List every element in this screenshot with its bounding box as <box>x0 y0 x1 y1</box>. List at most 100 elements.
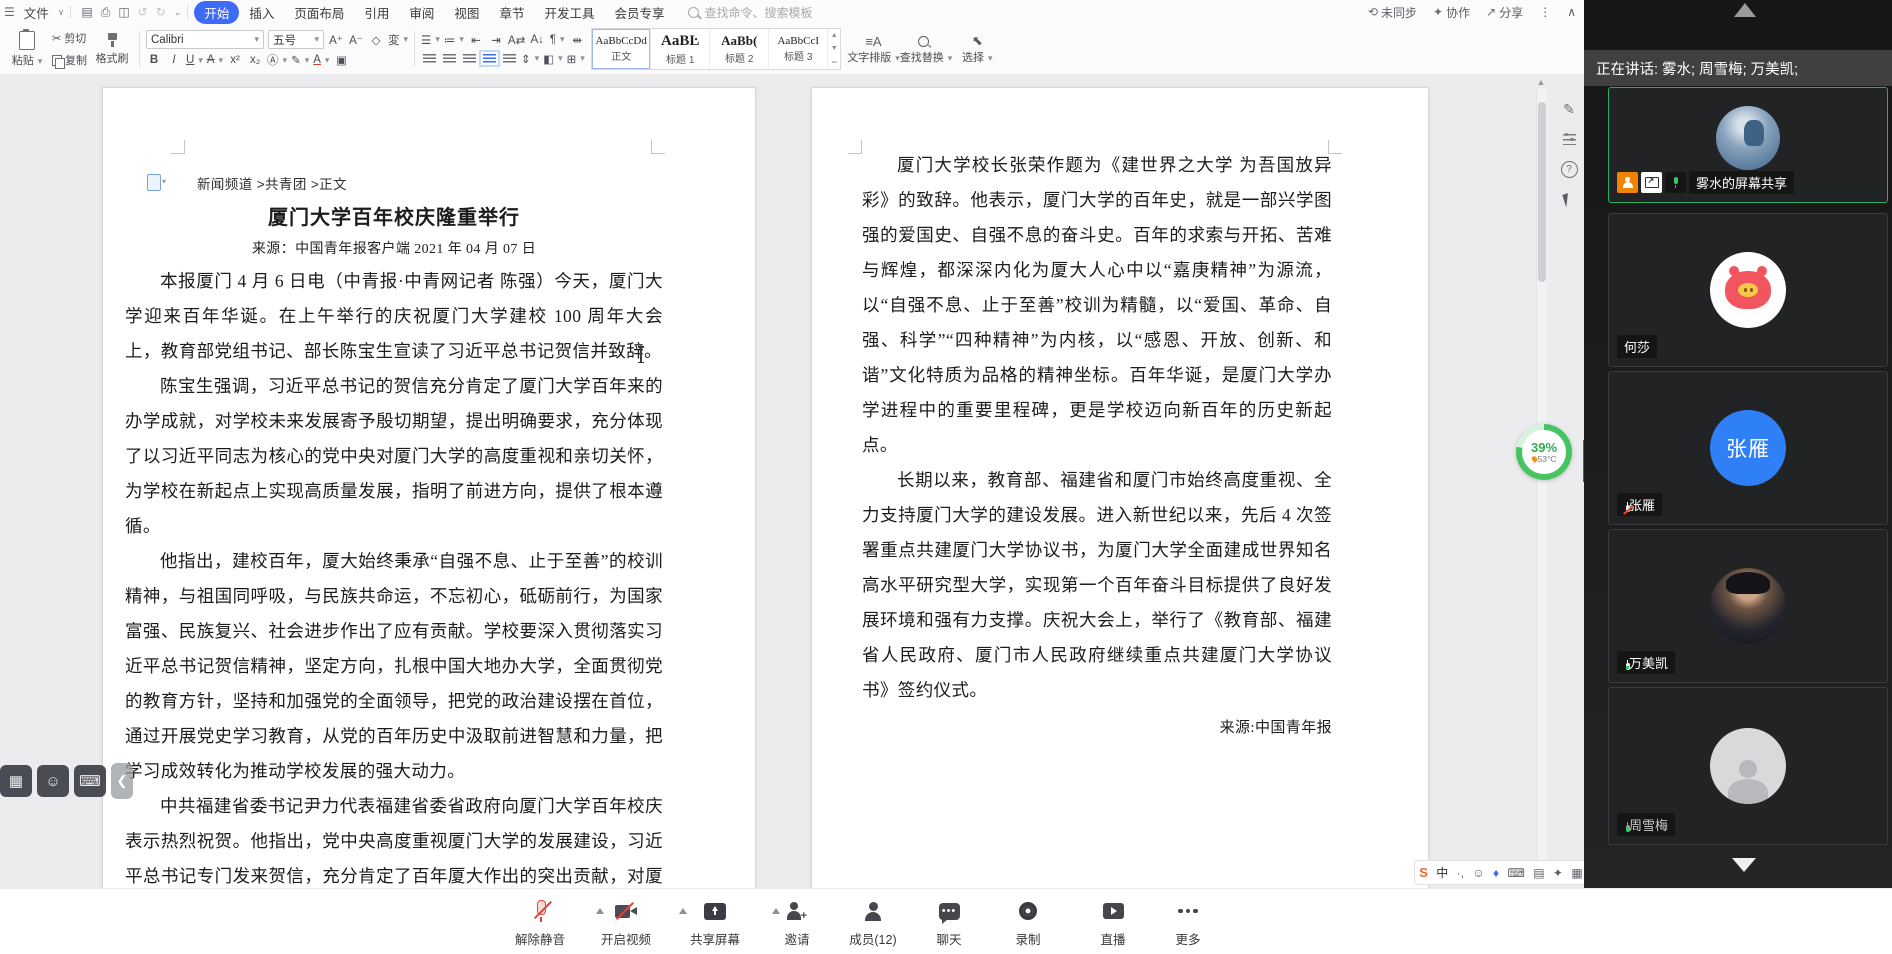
scrollbar-thumb[interactable] <box>1538 102 1546 282</box>
ime-language-mode[interactable]: 中 <box>1436 864 1448 881</box>
tab-insert[interactable]: 插入 <box>239 1 284 24</box>
find-replace-button[interactable]: 查找替换 ▾ <box>900 27 952 71</box>
print-icon[interactable]: ⎙ <box>101 5 111 20</box>
clear-format-icon[interactable]: ◇ <box>368 32 384 48</box>
align-right-icon[interactable] <box>461 51 477 67</box>
highlight-color-icon[interactable]: ✎ ▾ <box>291 52 309 68</box>
document-page-1[interactable]: 新闻频道 >共青团 >正文 厦门大学百年校庆隆重举行 来源：中国青年报客户端 2… <box>102 87 756 888</box>
redo-icon[interactable]: ↻ <box>156 5 166 19</box>
numbered-list-icon[interactable]: ≔ ▾ <box>444 32 464 48</box>
borders-icon[interactable]: ⊞ ▾ <box>567 51 585 67</box>
character-shading-icon[interactable]: ▣ <box>333 52 349 68</box>
tab-references[interactable]: 引用 <box>354 1 399 24</box>
tab-review[interactable]: 审阅 <box>399 1 444 24</box>
font-color-icon[interactable]: A ▾ <box>313 52 329 68</box>
vertical-scrollbar[interactable] <box>1536 88 1547 882</box>
sync-status[interactable]: ⟲ 未同步 <box>1368 4 1417 21</box>
caption-keyboard-icon[interactable]: ⌨ <box>74 765 106 797</box>
style-gallery-scroll[interactable]: ▲ ▼ ═ <box>828 29 840 69</box>
collapse-ribbon-icon[interactable]: ∧ <box>1567 5 1576 19</box>
increase-indent-icon[interactable]: ⇥ <box>488 32 504 48</box>
battery-widget[interactable]: 39% 53°C <box>1516 424 1572 480</box>
file-menu[interactable]: 文件 <box>24 3 49 22</box>
line-spacing-icon[interactable]: ⇕ ▾ <box>521 51 539 67</box>
shading-icon[interactable]: ◧ ▾ <box>543 51 562 67</box>
ime-mic-icon[interactable]: ♦ <box>1493 866 1499 880</box>
superscript-button[interactable]: x² <box>227 52 243 68</box>
align-left-icon[interactable] <box>421 51 437 67</box>
tab-view[interactable]: 视图 <box>444 1 489 24</box>
save-icon[interactable]: ▤ <box>81 5 92 19</box>
share-screen-button[interactable]: 共享屏幕 <box>669 895 780 948</box>
strikethrough-button[interactable]: A ▾ <box>207 52 223 68</box>
participant-tile-sharer[interactable]: 雾水的屏幕共享 <box>1608 87 1888 203</box>
paste-button[interactable]: 粘贴 ▾ <box>6 27 48 71</box>
members-button[interactable]: 成员(12) <box>833 895 913 948</box>
style-normal[interactable]: AaBbCcDd 正文 <box>592 29 652 69</box>
copy-button[interactable]: 复制 <box>48 51 91 69</box>
participant-tile[interactable]: 万美凯 <box>1608 529 1888 683</box>
decrease-indent-icon[interactable]: ⇤ <box>468 32 484 48</box>
pointer-icon[interactable] <box>1558 188 1580 210</box>
subscript-button[interactable]: x₂ <box>247 52 263 68</box>
select-button[interactable]: ⬉ 选择 ▾ <box>952 27 1002 71</box>
record-button[interactable]: 录制 <box>985 895 1071 948</box>
collapse-left-icon[interactable]: ❮ <box>111 763 133 799</box>
quickbar-caret-icon[interactable]: ⌄ <box>174 7 182 18</box>
unmute-button[interactable]: 解除静音 <box>497 895 604 948</box>
cut-button[interactable]: ✂ 剪切 <box>48 29 91 47</box>
show-marks-icon[interactable]: ¶ ▾ <box>549 32 565 48</box>
format-painter-button[interactable]: 格式刷 <box>91 27 133 71</box>
chat-button[interactable]: ••• 聊天 <box>913 895 985 948</box>
file-menu-caret-icon[interactable]: ∨ <box>58 7 65 18</box>
scroll-participants-up-icon[interactable] <box>1734 3 1756 17</box>
style-heading2[interactable]: AaBb( 标题 2 <box>710 29 770 69</box>
sort-icon[interactable]: A↓ <box>529 32 545 48</box>
adjust-sliders-icon[interactable] <box>1558 128 1580 150</box>
command-search[interactable]: 查找命令、搜索模板 <box>688 4 813 21</box>
style-heading1[interactable]: AaBĿ 标题 1 <box>651 29 711 69</box>
italic-button[interactable]: I <box>166 52 182 68</box>
document-page-2[interactable]: 厦门大学校长张荣作题为《建世界之大学 为吾国放异彩》的致辞。他表示，厦门大学的百… <box>811 87 1429 888</box>
ime-punctuation-icon[interactable]: ·, <box>1457 866 1464 880</box>
print-preview-icon[interactable]: ◫ <box>118 5 129 19</box>
style-heading3[interactable]: AaBbCcI 标题 3 <box>769 29 829 69</box>
text-layout-button[interactable]: ≡A 文字排版 ▾ <box>847 27 900 71</box>
participant-tile[interactable]: 张雁 张雁 <box>1608 371 1888 525</box>
document-canvas[interactable]: 新闻频道 >共青团 >正文 厦门大学百年校庆隆重举行 来源：中国青年报客户端 2… <box>0 74 1584 888</box>
ime-keyboard-icon[interactable]: ⌨ <box>1507 866 1524 880</box>
participant-tile[interactable]: 周雪梅 <box>1608 687 1888 845</box>
tab-home[interactable]: 开始 <box>194 0 240 24</box>
undo-icon[interactable]: ↺ <box>138 5 148 19</box>
font-size-select[interactable]: 五号 ▾ <box>268 30 324 49</box>
start-video-button[interactable]: 开启视频 <box>583 895 687 948</box>
tab-page-layout[interactable]: 页面布局 <box>284 1 354 24</box>
justify-icon[interactable] <box>478 50 500 67</box>
invite-button[interactable]: + 邀请 <box>761 895 833 948</box>
underline-button[interactable]: U ▾ <box>186 52 203 68</box>
tab-member[interactable]: 会员专享 <box>604 1 674 24</box>
ime-emoji-icon[interactable]: ☺ <box>1472 866 1484 880</box>
bold-button[interactable]: B <box>146 52 162 68</box>
more-button[interactable]: 更多 <box>1155 895 1221 948</box>
tab-developer[interactable]: 开发工具 <box>534 1 604 24</box>
annotate-pen-icon[interactable]: ✎ <box>1558 98 1580 120</box>
scroll-up-icon[interactable]: ▲ <box>1535 76 1547 88</box>
ime-toolbar[interactable]: S 中 ·, ☺ ♦ ⌨ ▤ ✦ ▦ <box>1414 860 1588 885</box>
scroll-participants-down-icon[interactable] <box>1732 858 1756 872</box>
share-button[interactable]: ↗ 分享 <box>1486 4 1523 21</box>
ime-logo[interactable]: S <box>1419 865 1428 880</box>
phonetic-guide-icon[interactable]: 変 ▾ <box>388 32 408 48</box>
align-center-icon[interactable] <box>441 51 457 67</box>
hamburger-menu-icon[interactable]: ☰ <box>4 5 15 19</box>
increase-font-icon[interactable]: A⁺ <box>328 32 344 48</box>
decrease-font-icon[interactable]: A⁻ <box>348 32 364 48</box>
participant-tile[interactable]: 何莎 <box>1608 213 1888 367</box>
text-direction-icon[interactable]: A⇄ <box>508 32 525 48</box>
distribute-icon[interactable]: ⇹ <box>569 32 585 48</box>
bullet-list-icon[interactable]: ☰ ▾ <box>421 32 440 48</box>
text-effects-icon[interactable]: Ⓐ ▾ <box>267 52 287 68</box>
ime-clipboard-icon[interactable]: ▤ <box>1533 866 1544 880</box>
collaborate-button[interactable]: ✦ 协作 <box>1433 4 1470 21</box>
distribute-text-icon[interactable] <box>501 51 517 67</box>
